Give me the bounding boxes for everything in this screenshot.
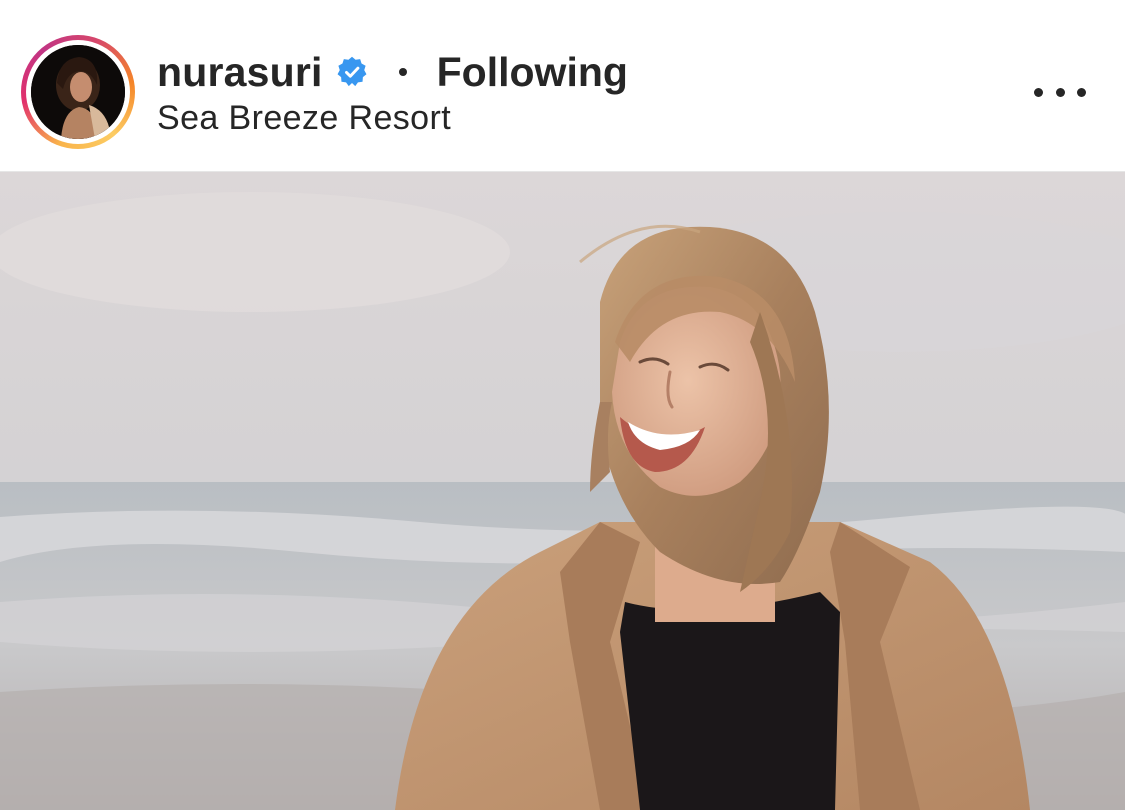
post-photo[interactable] xyxy=(0,172,1125,810)
post-header: nurasuri Following Sea Breeze Resort xyxy=(0,0,1125,172)
more-horizontal-icon xyxy=(1077,87,1086,97)
more-horizontal-icon xyxy=(1034,87,1043,97)
post-image xyxy=(0,172,1125,810)
more-options-button[interactable] xyxy=(1030,74,1090,110)
instagram-post: nurasuri Following Sea Breeze Resort xyxy=(0,0,1125,810)
username-link[interactable]: nurasuri xyxy=(157,49,323,96)
avatar-image xyxy=(31,45,125,139)
avatar-border xyxy=(26,40,130,144)
avatar[interactable] xyxy=(31,45,125,139)
username-row: nurasuri Following xyxy=(157,44,628,100)
more-horizontal-icon xyxy=(1055,87,1065,97)
following-button[interactable]: Following xyxy=(437,49,628,96)
separator-dot xyxy=(398,68,407,76)
verified-badge-icon xyxy=(335,55,369,89)
location-link[interactable]: Sea Breeze Resort xyxy=(157,99,451,138)
story-ring[interactable] xyxy=(21,35,135,149)
